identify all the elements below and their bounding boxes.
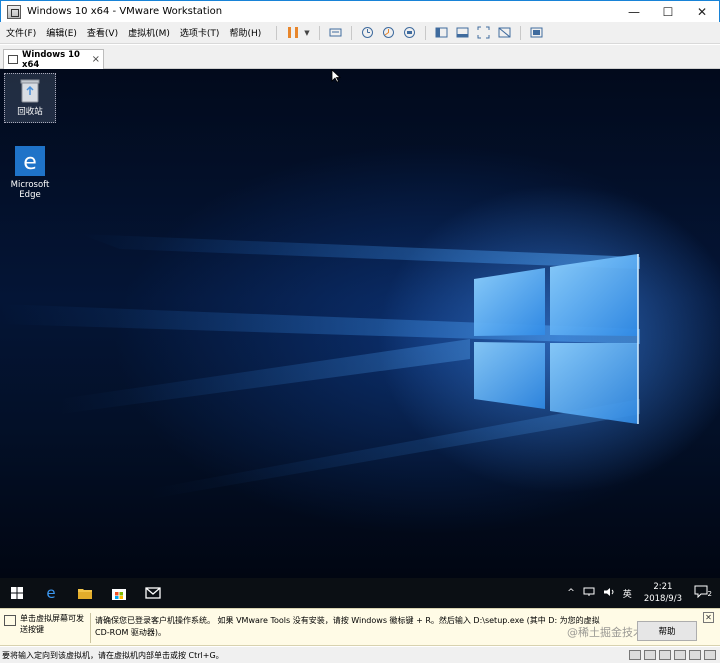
hard-disk-icon[interactable]: [629, 650, 641, 660]
start-icon[interactable]: [0, 578, 34, 608]
svg-text:e: e: [46, 585, 55, 601]
menu-help[interactable]: 帮助(H): [229, 26, 261, 39]
notice-close-button[interactable]: ✕: [703, 612, 714, 623]
pause-icon[interactable]: [284, 24, 301, 41]
usb-icon[interactable]: [674, 650, 686, 660]
menu-edit[interactable]: 编辑(E): [46, 26, 77, 39]
unity-icon[interactable]: [496, 24, 513, 41]
toolbar-separator: [519, 25, 521, 40]
clock[interactable]: 2:21 2018/9/3: [644, 581, 682, 605]
revert-snapshot-icon[interactable]: [380, 24, 397, 41]
device-status-icons: [626, 650, 716, 660]
tab-strip: Windows 10 x64 ×: [0, 45, 720, 70]
help-button[interactable]: 帮助: [637, 621, 697, 641]
edge-label: Microsoft Edge: [10, 180, 50, 200]
vmware-tools-notice: 单击虚拟屏幕可发送按键 请确保您已登录客户机操作系统。 如果 VMware To…: [0, 608, 720, 646]
send-keys-icon[interactable]: [327, 24, 344, 41]
menu-file[interactable]: 文件(F): [6, 26, 36, 39]
windows-wallpaper: [0, 234, 640, 499]
notice-hint: 单击虚拟屏幕可发送按键: [4, 613, 88, 643]
recycle-bin-label: 回收站: [17, 107, 43, 117]
status-text: 要将输入定向到该虚拟机，请在虚拟机内部单击或按 Ctrl+G。: [2, 650, 224, 660]
snapshot-icon[interactable]: [359, 24, 376, 41]
recycle-bin-icon: [20, 79, 40, 103]
title-bar: Windows 10 x64 - VMware Workstation — ☐ …: [0, 0, 720, 22]
toolbar-separator: [318, 25, 320, 40]
mail-icon[interactable]: [136, 578, 170, 608]
vm-tab-icon: [8, 55, 18, 64]
fullscreen-icon[interactable]: [475, 24, 492, 41]
tab-label: Windows 10 x64: [22, 49, 80, 70]
console-view-icon[interactable]: [528, 24, 545, 41]
system-tray: ^ 英 2:21 2018/9/3 2: [563, 578, 720, 608]
display-icon[interactable]: [704, 650, 716, 660]
thumbnail-icon[interactable]: [454, 24, 471, 41]
volume-icon[interactable]: [603, 587, 615, 600]
mouse-cursor-icon: [331, 69, 341, 83]
desktop-icon-recycle-bin[interactable]: 回收站: [4, 73, 56, 123]
menu-bar: 文件(F) 编辑(E) 查看(V) 虚拟机(M) 选项卡(T) 帮助(H) ▼: [0, 22, 720, 44]
edge-icon[interactable]: e: [34, 578, 68, 608]
sound-card-icon[interactable]: [689, 650, 701, 660]
toolbar-separator: [424, 25, 426, 40]
notice-message: 请确保您已登录客户机操作系统。 如果 VMware Tools 没有安装，请按 …: [95, 616, 600, 637]
desktop-icon-edge[interactable]: e Microsoft Edge: [4, 141, 56, 200]
notification-count: 2: [707, 590, 712, 598]
menu-vm[interactable]: 虚拟机(M): [128, 26, 170, 39]
toolbar-separator: [350, 25, 352, 40]
vmware-app-icon: [7, 4, 21, 19]
toolbar-separator: [276, 25, 278, 40]
guest-taskbar: e ^ 英 2:21 2018/9/3 2: [0, 578, 720, 608]
library-icon[interactable]: [433, 24, 450, 41]
network-icon[interactable]: [583, 587, 595, 600]
svg-text:e: e: [23, 150, 37, 175]
ime-indicator[interactable]: 英: [623, 587, 632, 600]
menu-view[interactable]: 查看(V): [87, 26, 118, 39]
store-icon[interactable]: [102, 578, 136, 608]
window-title: Windows 10 x64 - VMware Workstation: [27, 6, 223, 17]
edge-icon: e: [15, 146, 45, 176]
close-button[interactable]: ✕: [685, 1, 719, 23]
action-center-icon[interactable]: 2: [694, 585, 712, 601]
menu-tabs[interactable]: 选项卡(T): [180, 26, 220, 39]
minimize-button[interactable]: —: [617, 1, 651, 23]
power-dropdown-icon[interactable]: ▼: [304, 29, 309, 37]
status-bar: 要将输入定向到该虚拟机，请在虚拟机内部单击或按 Ctrl+G。: [0, 647, 720, 663]
tab-windows-10-x64[interactable]: Windows 10 x64 ×: [3, 49, 104, 70]
clock-time: 2:21: [653, 582, 673, 592]
keyboard-hint-icon: [4, 615, 16, 626]
tab-close-button[interactable]: ×: [92, 54, 100, 65]
notice-divider: [90, 613, 91, 643]
tray-chevron-icon[interactable]: ^: [567, 588, 575, 598]
clock-date: 2018/9/3: [643, 594, 682, 604]
notice-hint-text: 单击虚拟屏幕可发送按键: [20, 614, 84, 634]
file-explorer-icon[interactable]: [68, 578, 102, 608]
network-adapter-icon[interactable]: [659, 650, 671, 660]
snapshot-manager-icon[interactable]: [401, 24, 418, 41]
maximize-button[interactable]: ☐: [651, 1, 685, 23]
vm-screen[interactable]: 回收站 e Microsoft Edge: [0, 69, 720, 578]
cd-rom-icon[interactable]: [644, 650, 656, 660]
